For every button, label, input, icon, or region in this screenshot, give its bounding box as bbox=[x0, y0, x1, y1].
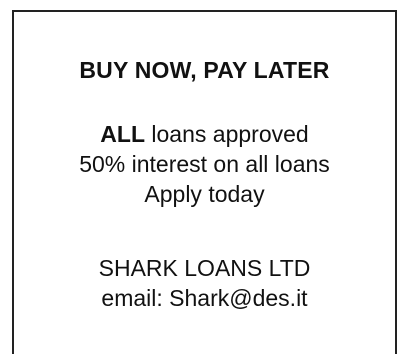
company-email: email: Shark@des.it bbox=[101, 285, 308, 311]
headline: BUY NOW, PAY LATER bbox=[79, 57, 330, 83]
offer-apply-line: Apply today bbox=[144, 181, 265, 207]
offer-block: ALL loans approved 50% interest on all l… bbox=[14, 119, 395, 209]
company-name: SHARK LOANS LTD bbox=[98, 255, 311, 281]
offer-approval-line: ALL loans approved bbox=[14, 119, 395, 149]
offer-approval-text: loans approved bbox=[145, 121, 309, 147]
company-block: SHARK LOANS LTD email: Shark@des.it bbox=[14, 253, 395, 313]
offer-all-emphasis: ALL bbox=[100, 121, 146, 147]
offer-interest-line: 50% interest on all loans bbox=[79, 151, 330, 177]
loan-advert: BUY NOW, PAY LATER ALL loans approved 50… bbox=[12, 10, 397, 354]
